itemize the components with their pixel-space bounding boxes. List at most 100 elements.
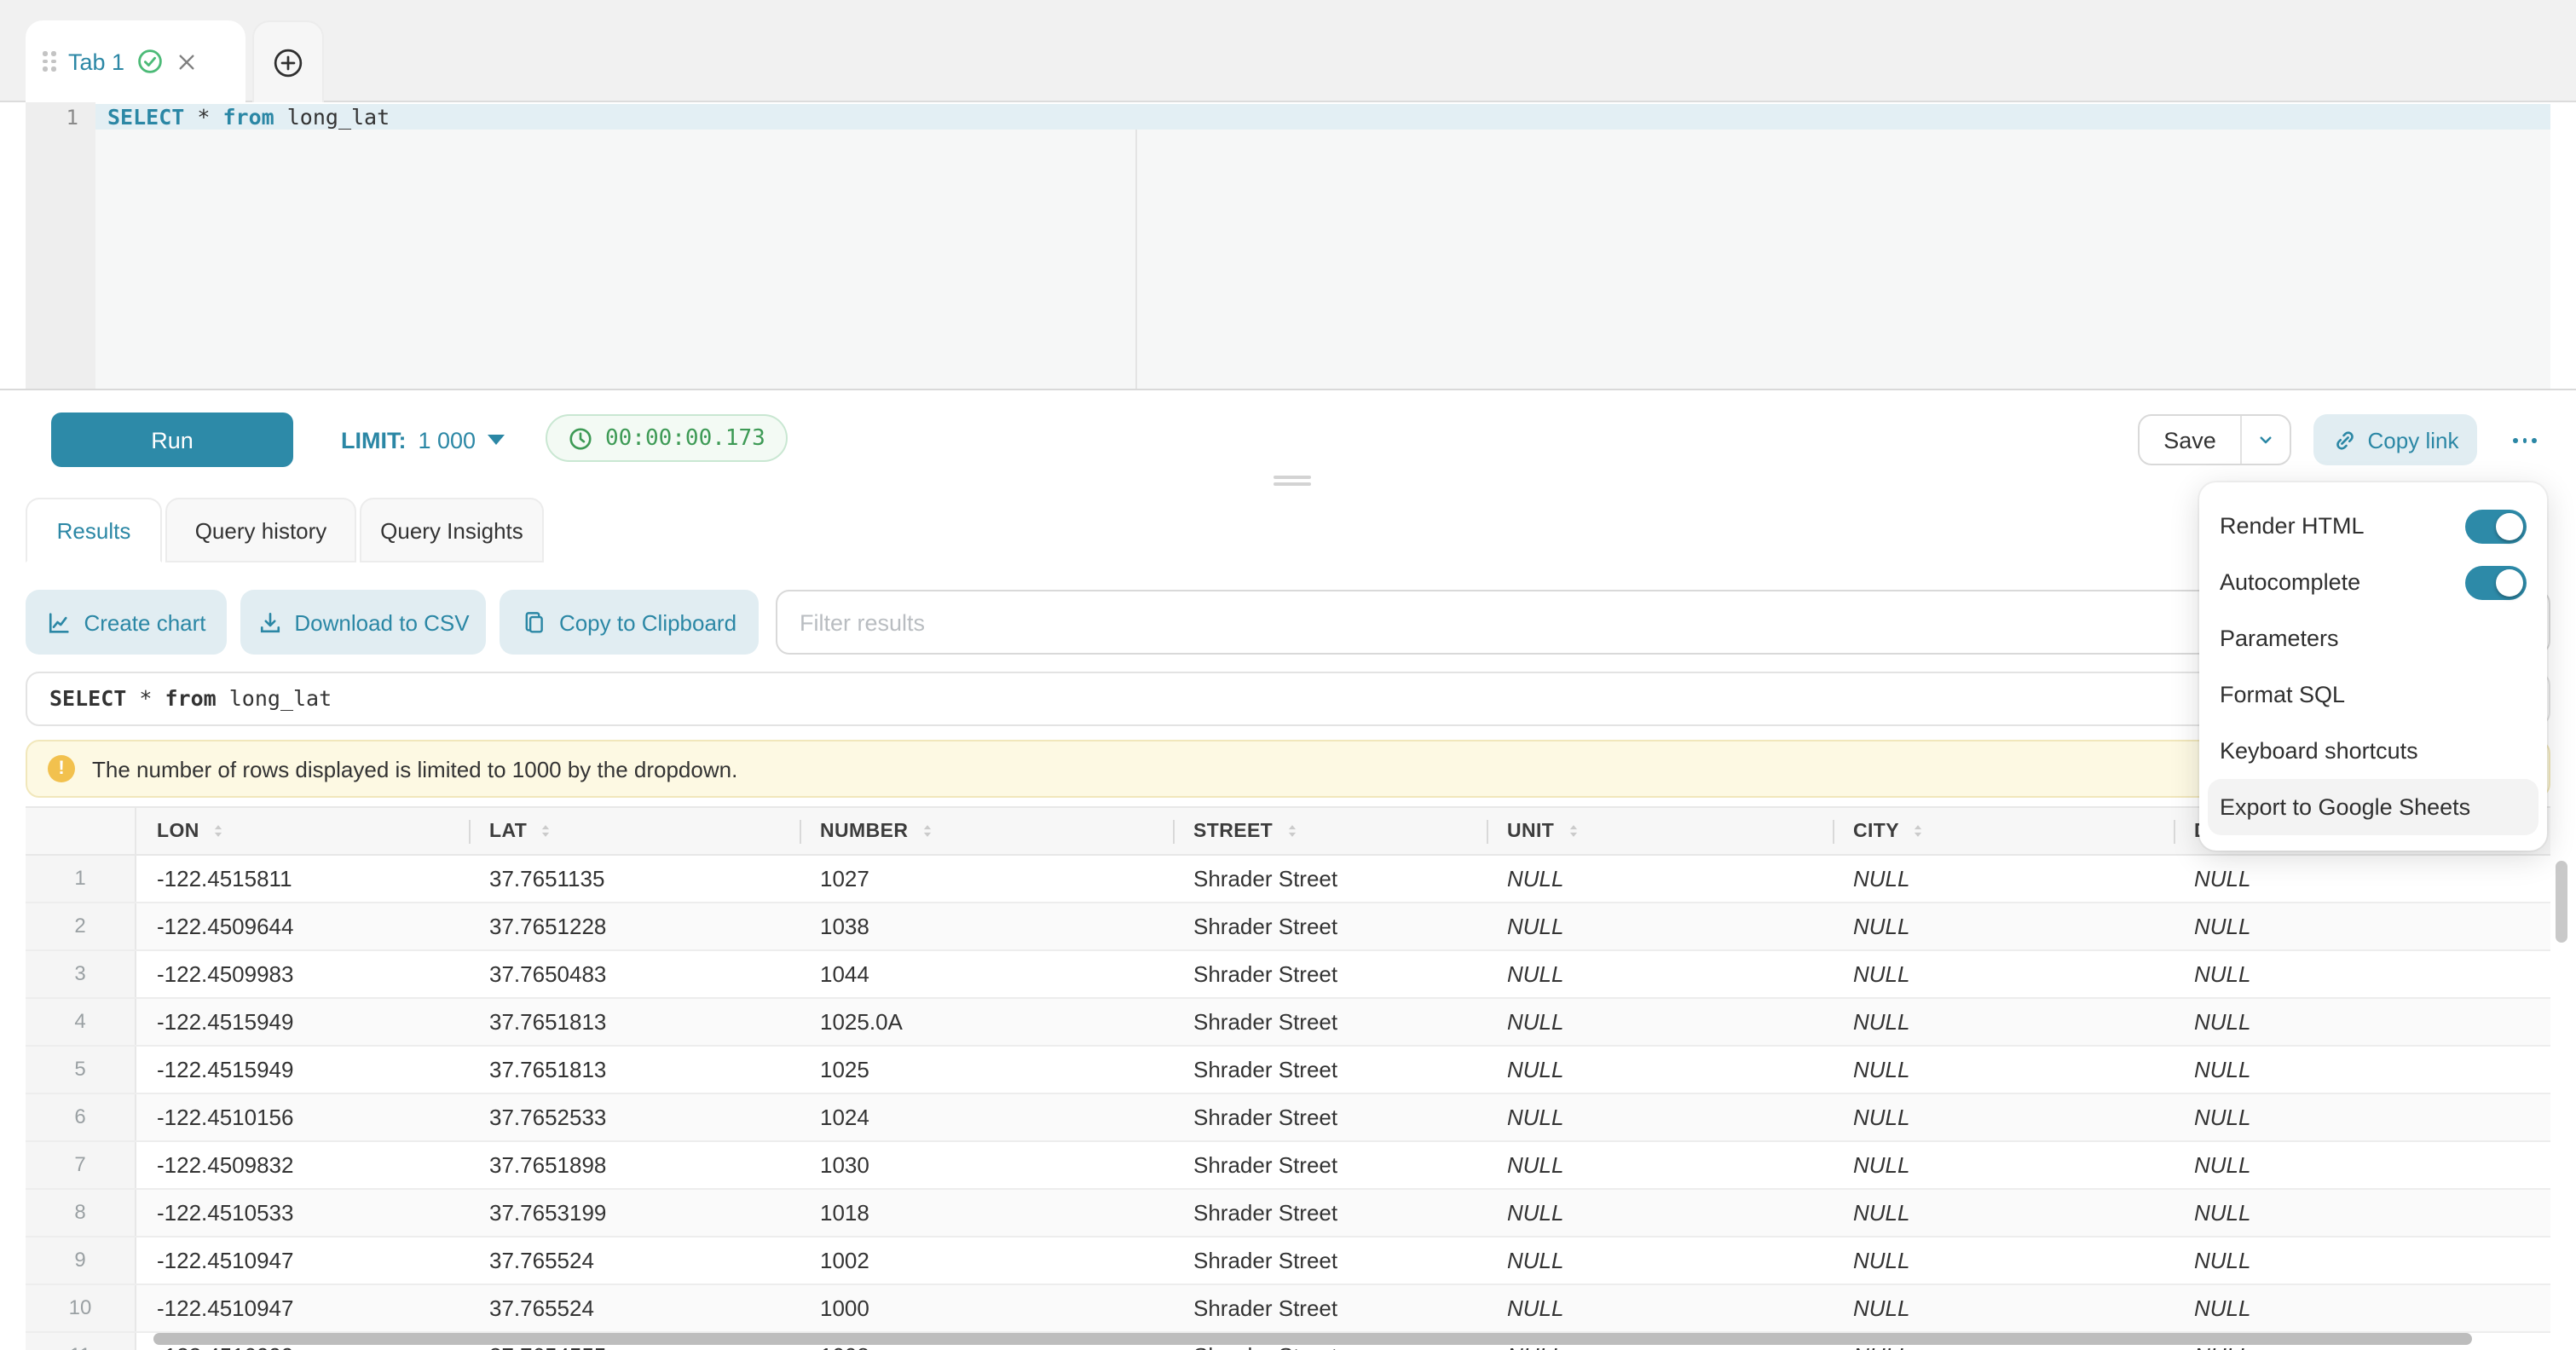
column-header-city[interactable]: CITY (1833, 808, 2174, 854)
table-cell[interactable]: NULL (2174, 1285, 2494, 1331)
table-cell[interactable]: NULL (2174, 1094, 2494, 1140)
copy-clipboard-button[interactable]: Copy to Clipboard (500, 590, 759, 655)
drag-handle-icon[interactable] (43, 52, 56, 72)
table-cell[interactable]: NULL (1487, 1047, 1833, 1093)
column-header-number[interactable]: NUMBER (800, 808, 1173, 854)
table-cell[interactable]: NULL (2174, 999, 2494, 1045)
table-cell[interactable]: NULL (1487, 1285, 1833, 1331)
table-cell[interactable]: 1000 (800, 1285, 1173, 1331)
table-cell[interactable]: Shrader Street (1173, 1238, 1487, 1284)
column-header-unit[interactable]: UNIT (1487, 808, 1833, 854)
column-header-street[interactable]: STREET (1173, 808, 1487, 854)
table-cell[interactable]: -122.4509983 (136, 951, 469, 997)
vertical-scrollbar[interactable] (2556, 861, 2567, 943)
close-tab-icon[interactable] (176, 50, 198, 72)
sql-editor[interactable]: 1 SELECT * from long_lat (0, 102, 2576, 389)
menu-item-parameters[interactable]: Parameters (2220, 610, 2527, 666)
table-cell[interactable]: NULL (1487, 1094, 1833, 1140)
table-cell[interactable]: NULL (2174, 856, 2494, 902)
table-cell[interactable]: Shrader Street (1173, 1142, 1487, 1188)
table-cell[interactable]: 1030 (800, 1142, 1173, 1188)
new-tab-button[interactable] (252, 20, 324, 104)
table-cell[interactable]: 37.7651898 (469, 1142, 800, 1188)
copy-link-button[interactable]: Copy link (2313, 414, 2477, 465)
table-cell[interactable]: NULL (1487, 1142, 1833, 1188)
table-cell[interactable]: NULL (1833, 1238, 2174, 1284)
table-cell[interactable]: 37.7651813 (469, 999, 800, 1045)
run-button[interactable]: Run (51, 412, 293, 467)
tab-results[interactable]: Results (26, 498, 162, 562)
table-cell[interactable]: NULL (1833, 951, 2174, 997)
table-cell[interactable]: 37.7651228 (469, 903, 800, 949)
table-cell[interactable]: Shrader Street (1173, 1285, 1487, 1331)
editor-empty-area[interactable] (95, 130, 2550, 389)
table-cell[interactable]: 1024 (800, 1094, 1173, 1140)
table-cell[interactable]: 37.7650483 (469, 951, 800, 997)
table-cell[interactable]: 37.7651135 (469, 856, 800, 902)
table-cell[interactable]: NULL (1833, 1094, 2174, 1140)
table-cell[interactable]: -122.4515949 (136, 1047, 469, 1093)
table-cell[interactable]: NULL (1487, 1190, 1833, 1236)
table-cell[interactable]: NULL (2174, 903, 2494, 949)
table-cell[interactable]: Shrader Street (1173, 903, 1487, 949)
autocomplete-toggle[interactable] (2465, 565, 2527, 599)
table-cell[interactable]: 37.7652533 (469, 1094, 800, 1140)
table-cell[interactable]: Shrader Street (1173, 951, 1487, 997)
table-cell[interactable]: 37.765524 (469, 1238, 800, 1284)
table-cell[interactable]: 1044 (800, 951, 1173, 997)
menu-item-autocomplete[interactable]: Autocomplete (2220, 554, 2527, 610)
table-cell[interactable]: NULL (1833, 903, 2174, 949)
table-cell[interactable]: NULL (2174, 1190, 2494, 1236)
table-cell[interactable]: Shrader Street (1173, 999, 1487, 1045)
table-cell[interactable]: -122.4509832 (136, 1142, 469, 1188)
table-cell[interactable]: NULL (1833, 1190, 2174, 1236)
table-cell[interactable]: NULL (1487, 903, 1833, 949)
table-cell[interactable]: NULL (1833, 999, 2174, 1045)
table-cell[interactable]: -122.4510947 (136, 1238, 469, 1284)
horizontal-scrollbar[interactable] (153, 1333, 2472, 1345)
create-chart-button[interactable]: Create chart (26, 590, 227, 655)
table-cell[interactable]: Shrader Street (1173, 856, 1487, 902)
table-cell[interactable]: -122.4510947 (136, 1285, 469, 1331)
tab-tab1[interactable]: Tab 1 (26, 20, 245, 102)
tab-query-insights[interactable]: Query Insights (360, 498, 544, 562)
table-cell[interactable]: 1038 (800, 903, 1173, 949)
save-options-button[interactable] (2242, 416, 2290, 464)
table-cell[interactable]: NULL (2174, 951, 2494, 997)
editor-active-line[interactable]: SELECT * from long_lat (95, 104, 2550, 130)
column-header-lat[interactable]: LAT (469, 808, 800, 854)
table-cell[interactable]: 1027 (800, 856, 1173, 902)
table-cell[interactable]: -122.4510533 (136, 1190, 469, 1236)
table-cell[interactable]: NULL (1487, 999, 1833, 1045)
table-cell[interactable]: -122.4515949 (136, 999, 469, 1045)
menu-item-export-google-sheets[interactable]: Export to Google Sheets (2208, 779, 2538, 835)
table-cell[interactable]: NULL (2174, 1142, 2494, 1188)
table-cell[interactable]: NULL (1833, 1142, 2174, 1188)
table-cell[interactable]: 1025.0A (800, 999, 1173, 1045)
table-cell[interactable]: 1018 (800, 1190, 1173, 1236)
download-csv-button[interactable]: Download to CSV (240, 590, 486, 655)
table-cell[interactable]: 37.7651813 (469, 1047, 800, 1093)
column-header-lon[interactable]: LON (136, 808, 469, 854)
table-cell[interactable]: Shrader Street (1173, 1190, 1487, 1236)
table-cell[interactable]: 1025 (800, 1047, 1173, 1093)
save-button[interactable]: Save (2140, 416, 2242, 464)
table-cell[interactable]: NULL (1487, 856, 1833, 902)
table-cell[interactable]: 37.765524 (469, 1285, 800, 1331)
table-cell[interactable]: NULL (1487, 1238, 1833, 1284)
table-cell[interactable]: -122.4510156 (136, 1094, 469, 1140)
table-cell[interactable]: -122.4515811 (136, 856, 469, 902)
menu-item-format-sql[interactable]: Format SQL (2220, 666, 2527, 723)
menu-item-keyboard-shortcuts[interactable]: Keyboard shortcuts (2220, 723, 2527, 779)
table-cell[interactable]: NULL (1833, 1285, 2174, 1331)
table-cell[interactable]: Shrader Street (1173, 1047, 1487, 1093)
table-cell[interactable]: NULL (2174, 1238, 2494, 1284)
table-cell[interactable]: -122.4509644 (136, 903, 469, 949)
table-cell[interactable]: NULL (1833, 1047, 2174, 1093)
render-html-toggle[interactable] (2465, 509, 2527, 543)
table-cell[interactable]: 37.7653199 (469, 1190, 800, 1236)
panel-resize-handle[interactable] (1274, 476, 1311, 486)
limit-dropdown[interactable]: LIMIT: 1 000 (341, 412, 505, 467)
table-cell[interactable]: NULL (1833, 856, 2174, 902)
more-options-button[interactable] (2503, 424, 2547, 455)
